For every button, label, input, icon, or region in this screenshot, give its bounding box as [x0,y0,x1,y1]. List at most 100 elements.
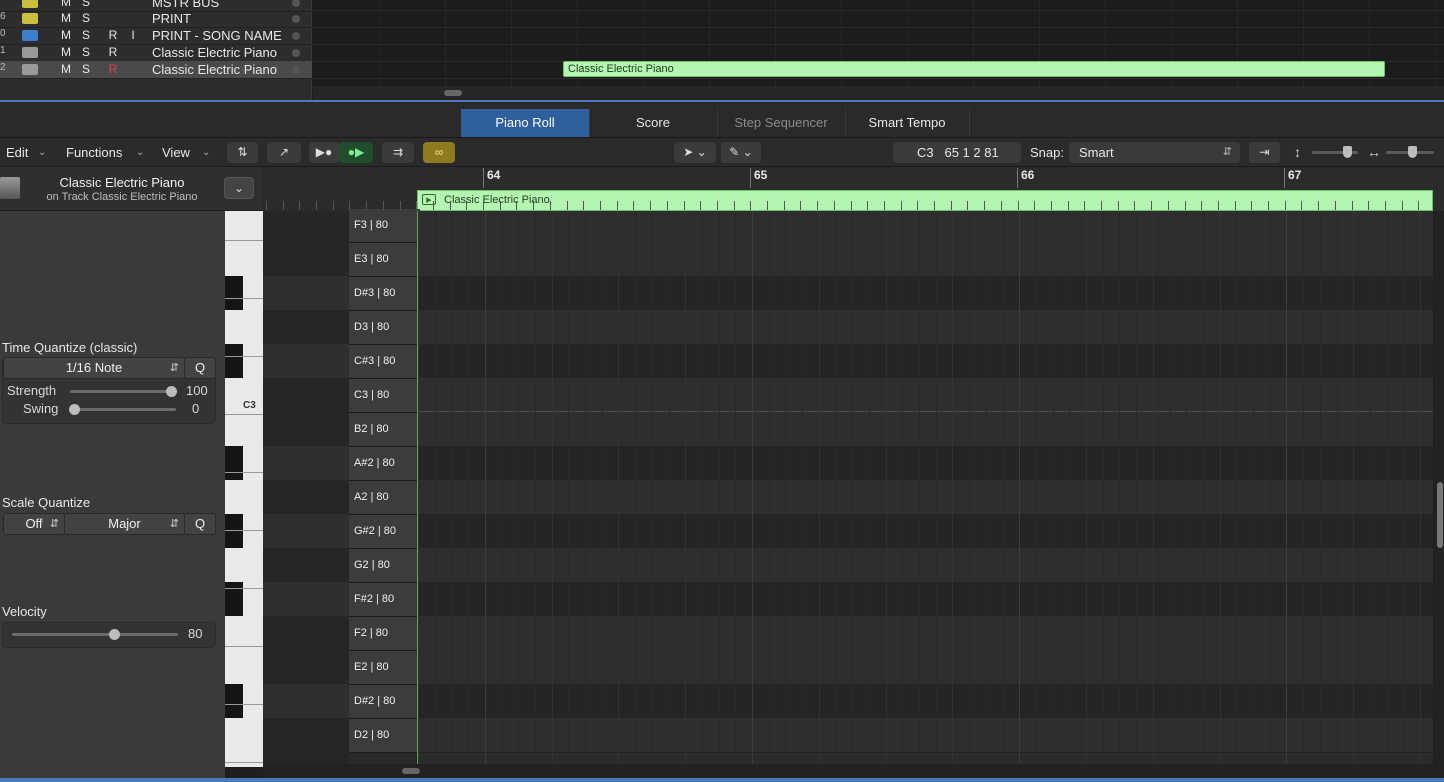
view-menu[interactable]: View [156,142,224,163]
solo-button[interactable]: S [77,10,95,27]
grid-note-row[interactable] [418,616,1433,651]
vertical-zoom-thumb[interactable] [1343,146,1352,158]
region-menu-button[interactable]: ⌄ [224,177,254,199]
grid-note-row[interactable] [418,412,1433,447]
edit-menu[interactable]: Edit [0,142,58,163]
grid-note-row[interactable] [418,211,1433,243]
grid-note-row[interactable] [418,446,1433,481]
solo-button[interactable]: S [77,61,95,78]
solo-button[interactable]: S [77,44,95,61]
tab-smart-tempo[interactable]: Smart Tempo [845,109,970,137]
scale-quantize-q-button[interactable]: Q [184,513,216,535]
midi-in-icon[interactable]: ▶● [309,142,339,163]
snap-select[interactable]: Smart ⇵ [1069,142,1240,163]
white-key-edge [225,356,263,357]
black-key[interactable] [225,344,243,378]
ruler-tick [366,201,367,210]
input-monitor-button[interactable] [124,44,142,61]
tab-step-sequencer[interactable]: Step Sequencer [717,109,846,137]
grid-note-row[interactable] [418,242,1433,277]
note-row-label: E2 | 80 [349,651,420,685]
time-quantize-select[interactable]: 1/16 Note ⇵ [3,357,185,379]
grid-note-row[interactable] [418,276,1433,311]
input-monitor-button[interactable] [124,61,142,78]
horizontal-scroll-thumb[interactable] [402,768,420,774]
midi-out-icon[interactable]: ●▶ [339,142,373,163]
horizontal-zoom-thumb[interactable] [1408,146,1417,158]
black-key[interactable] [225,446,243,480]
editor-region-header[interactable]: Classic Electric Piano [417,190,1433,211]
midi-draw-icon[interactable]: ↗ [267,142,301,163]
position-display[interactable]: C3 65 1 2 81 [893,142,1021,163]
black-key[interactable] [225,276,243,310]
time-quantize-q-button[interactable]: Q [184,357,216,379]
input-monitor-button[interactable]: I [124,27,142,44]
velocity-knob[interactable] [109,629,120,640]
white-key-edge [225,588,263,589]
grid-time-line [1036,211,1037,764]
ruler-tick [1235,201,1236,210]
grid-note-row[interactable] [418,684,1433,719]
grid-note-row[interactable] [418,548,1433,583]
record-button[interactable]: R [104,27,122,44]
vertical-scroll-thumb[interactable] [1437,482,1443,548]
scale-type-select[interactable]: Major ⇵ [64,513,185,535]
record-button[interactable] [104,10,122,27]
track-number: 1 [0,45,6,56]
swing-slider[interactable] [70,408,176,411]
grid-note-row[interactable] [418,650,1433,685]
mute-button[interactable]: M [57,61,75,78]
strength-slider[interactable] [70,390,176,393]
record-button[interactable]: R [104,44,122,61]
link-icon[interactable]: ∞ [423,142,455,163]
horizontal-scrollbar[interactable] [263,764,1444,778]
collapse-icon[interactable]: ⇅ [227,142,258,163]
grid-note-row[interactable] [418,480,1433,515]
track-row[interactable]: 2 M S R Classic Electric Piano [0,61,312,79]
note-row-label: F2 | 80 [349,617,420,651]
note-row-label: E3 | 80 [349,243,420,277]
pointer-tool-icon[interactable]: ➤ ⌄ [674,142,716,163]
track-row[interactable]: 6 M S PRINT [0,10,312,28]
input-monitor-button[interactable] [124,10,142,27]
mute-button[interactable]: M [57,10,75,27]
grid-note-row[interactable] [418,344,1433,379]
grid-note-row[interactable] [418,378,1433,413]
tab-score[interactable]: Score [589,109,718,137]
grid-time-line [936,211,937,764]
swing-knob[interactable] [69,404,80,415]
grid-note-row[interactable] [418,310,1433,345]
grid-time-line [435,211,436,764]
grid-time-line [568,211,569,764]
strength-knob[interactable] [166,386,177,397]
ruler-tick [1068,201,1069,210]
track-horizontal-scrollbar[interactable] [313,86,1444,100]
black-key[interactable] [225,684,243,718]
grid-note-row[interactable] [418,514,1433,549]
track-row[interactable]: 0 M S R I PRINT - SONG NAME [0,27,312,45]
scale-root-select[interactable]: Off ⇵ [3,513,65,535]
grid-note-row[interactable] [418,582,1433,617]
strength-value: 100 [186,383,208,398]
mute-button[interactable]: M [57,44,75,61]
black-key[interactable] [225,514,243,548]
arrange-region[interactable]: Classic Electric Piano [563,61,1385,77]
track-scroll-thumb[interactable] [444,90,462,96]
track-row[interactable]: 1 M S R Classic Electric Piano [0,44,312,62]
note-row-label: A2 | 80 [349,481,420,515]
ruler-tick [1001,201,1002,210]
grid-note-row[interactable] [418,718,1433,753]
catch-playhead-icon[interactable]: ⇉ [382,142,414,163]
record-button[interactable]: R [104,61,122,78]
piano-roll-grid[interactable] [417,211,1433,764]
pencil-tool-icon[interactable]: ✎ ⌄ [721,142,761,163]
mute-button[interactable]: M [57,27,75,44]
solo-button[interactable]: S [77,27,95,44]
tab-piano-roll[interactable]: Piano Roll [461,109,590,137]
fit-width-icon[interactable]: ⇥ [1249,142,1280,163]
piano-keyboard[interactable] [225,211,263,767]
track-headers: M S MSTR BUS 6 M S PRINT 0 M S R I PRINT - SONG NAME… [0,0,312,100]
grid-time-line [418,211,419,764]
ruler-tick [1301,201,1302,210]
velocity-slider[interactable] [12,633,178,636]
